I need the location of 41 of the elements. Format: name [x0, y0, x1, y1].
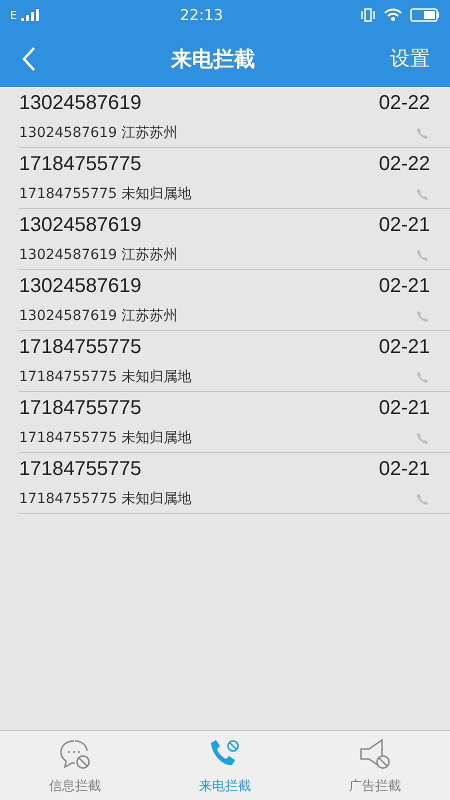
megaphone-blocked-icon: [358, 736, 392, 770]
status-time: 22:13: [180, 6, 224, 24]
phone-number: 17184755775: [19, 152, 142, 176]
call-date: 02-21: [378, 396, 430, 420]
phone-icon: [416, 493, 428, 506]
phone-number: 17184755775: [19, 396, 142, 420]
tab[interactable]: 信息拦截: [0, 731, 150, 800]
call-date: 02-22: [378, 152, 430, 176]
number-location: 17184755775 未知归属地: [19, 490, 192, 508]
phone-icon: [416, 371, 428, 384]
call-date: 02-21: [378, 336, 430, 359]
phone-number: 13024587619: [19, 92, 142, 115]
page-title: 来电拦截: [171, 46, 255, 72]
battery-icon: [410, 8, 440, 22]
back-icon: [22, 46, 36, 72]
call-date: 02-21: [378, 214, 430, 237]
settings-button[interactable]: 设置: [390, 45, 430, 72]
number-location: 17184755775 未知归属地: [19, 185, 192, 204]
phone-number: 13024587619: [19, 274, 142, 298]
phone-icon: [416, 188, 428, 200]
call-date: 02-21: [378, 458, 430, 481]
call-date: 02-21: [378, 274, 430, 298]
network-type: E: [10, 8, 17, 22]
phone-icon: [416, 310, 428, 322]
vibrate-icon: [360, 8, 376, 22]
number-location: 13024587619 江苏苏州: [19, 307, 178, 326]
tab[interactable]: 广告拦截: [300, 731, 450, 800]
phone-number: 13024587619: [19, 214, 142, 237]
number-location: 17184755775 未知归属地: [19, 368, 192, 386]
phone-number: 17184755775: [19, 458, 142, 481]
number-location: 17184755775 未知归属地: [19, 429, 192, 448]
back-button[interactable]: [22, 46, 36, 72]
phone-icon: [416, 432, 428, 444]
wifi-icon: [384, 8, 402, 22]
number-location: 13024587619 江苏苏州: [19, 246, 178, 264]
tab[interactable]: 来电拦截: [150, 731, 300, 800]
number-location: 13024587619 江苏苏州: [19, 124, 178, 142]
phone-icon: [416, 249, 428, 262]
phone-number: 17184755775: [19, 336, 142, 359]
call-date: 02-22: [378, 92, 430, 115]
phone-icon: [416, 127, 428, 140]
